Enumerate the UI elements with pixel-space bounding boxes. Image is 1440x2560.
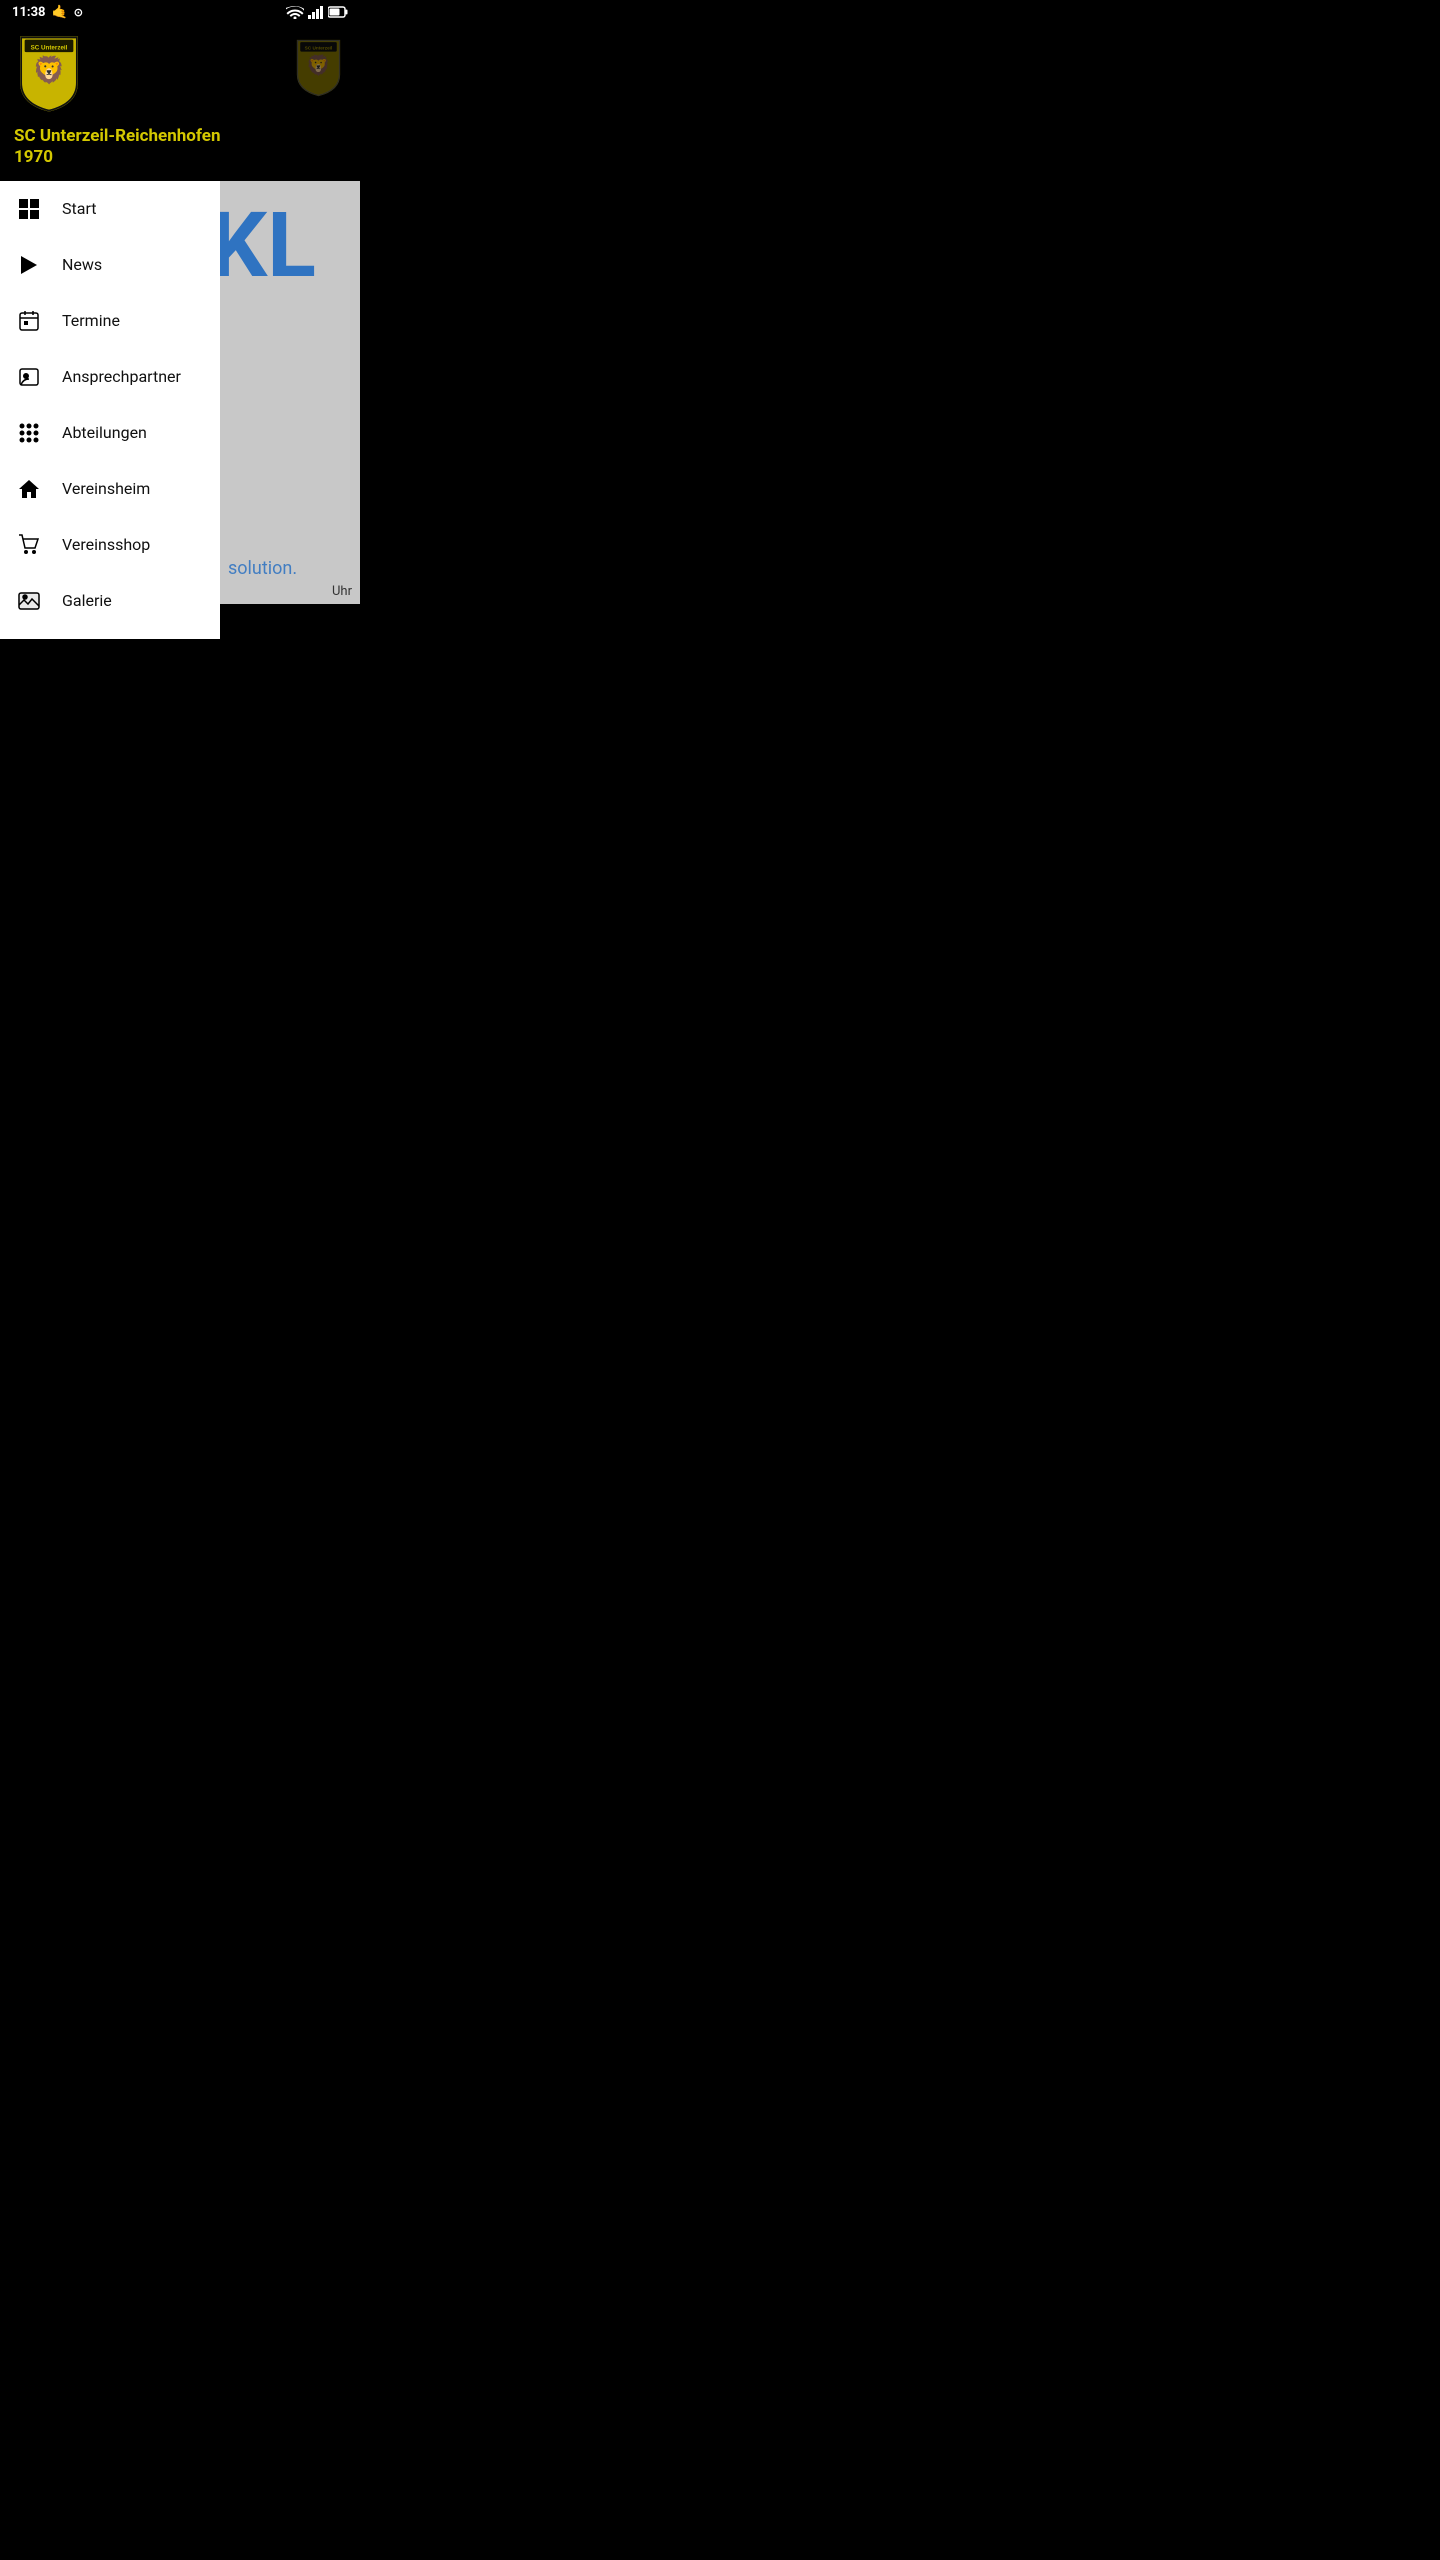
overlay-subtitle: solution. bbox=[220, 558, 360, 579]
svg-text:SC Unterzeil: SC Unterzeil bbox=[305, 45, 333, 50]
sidebar-item-vereinsshop[interactable]: Vereinsshop bbox=[0, 517, 220, 573]
club-shield-secondary: SC Unterzeil 🦁 bbox=[291, 38, 346, 98]
status-left: 11:38 🤙 ⊙ bbox=[12, 5, 83, 20]
sidebar-item-news[interactable]: News bbox=[0, 237, 220, 293]
sidebar-item-termine[interactable]: Termine bbox=[0, 293, 220, 349]
dots-grid-icon bbox=[16, 420, 42, 446]
sidebar-item-label: Abteilungen bbox=[62, 423, 147, 442]
svg-text:SC Unterzeil: SC Unterzeil bbox=[31, 44, 68, 51]
at-icon: ⊙ bbox=[74, 6, 83, 19]
club-info: SC Unterzeil 🦁 SC Unterzeil-Reichenhofen… bbox=[14, 34, 220, 169]
sidebar-item-label: Start bbox=[62, 199, 96, 218]
grid-icon bbox=[16, 196, 42, 222]
club-shield-main: SC Unterzeil 🦁 bbox=[14, 34, 84, 114]
sidebar-item-galerie[interactable]: Galerie bbox=[0, 573, 220, 629]
sidebar-item-karte[interactable]: Karte bbox=[0, 629, 220, 639]
status-right bbox=[286, 6, 348, 19]
time-display: 11:38 bbox=[12, 5, 46, 20]
cart-icon bbox=[16, 532, 42, 558]
svg-text:🦁: 🦁 bbox=[33, 55, 66, 86]
signal-icon bbox=[308, 6, 324, 19]
sidebar-item-label: Galerie bbox=[62, 591, 112, 610]
navigation-drawer: Start News Termine bbox=[0, 181, 220, 639]
sidebar-item-label: News bbox=[62, 255, 102, 274]
sidebar-item-start[interactable]: Start bbox=[0, 181, 220, 237]
sidebar-item-vereinsheim[interactable]: Vereinsheim bbox=[0, 461, 220, 517]
play-icon bbox=[16, 252, 42, 278]
club-name-text: SC Unterzeil-Reichenhofen 1970 bbox=[14, 120, 220, 169]
svg-text:🦁: 🦁 bbox=[306, 54, 331, 77]
sidebar-item-abteilungen[interactable]: Abteilungen bbox=[0, 405, 220, 461]
image-icon bbox=[16, 588, 42, 614]
sidebar-item-label: Vereinsheim bbox=[62, 479, 150, 498]
wifi-icon bbox=[286, 6, 304, 19]
sidebar-item-label: Termine bbox=[62, 311, 120, 330]
status-bar: 11:38 🤙 ⊙ bbox=[0, 0, 360, 24]
overlay-time: Uhr bbox=[332, 584, 352, 599]
content-area: Start News Termine bbox=[0, 181, 360, 639]
battery-icon bbox=[328, 6, 348, 18]
sidebar-item-label: Ansprechpartner bbox=[62, 367, 181, 386]
hand-icon: 🤙 bbox=[52, 5, 68, 20]
sidebar-item-label: Vereinsshop bbox=[62, 535, 150, 554]
app-header: SC Unterzeil 🦁 SC Unterzeil-Reichenhofen… bbox=[0, 24, 360, 181]
person-card-icon bbox=[16, 364, 42, 390]
sidebar-item-ansprechpartner[interactable]: Ansprechpartner bbox=[0, 349, 220, 405]
overlay-letters: KL bbox=[220, 201, 316, 291]
home-icon bbox=[16, 476, 42, 502]
calendar-icon bbox=[16, 308, 42, 334]
background-overlay: KL solution. Uhr bbox=[220, 181, 360, 639]
